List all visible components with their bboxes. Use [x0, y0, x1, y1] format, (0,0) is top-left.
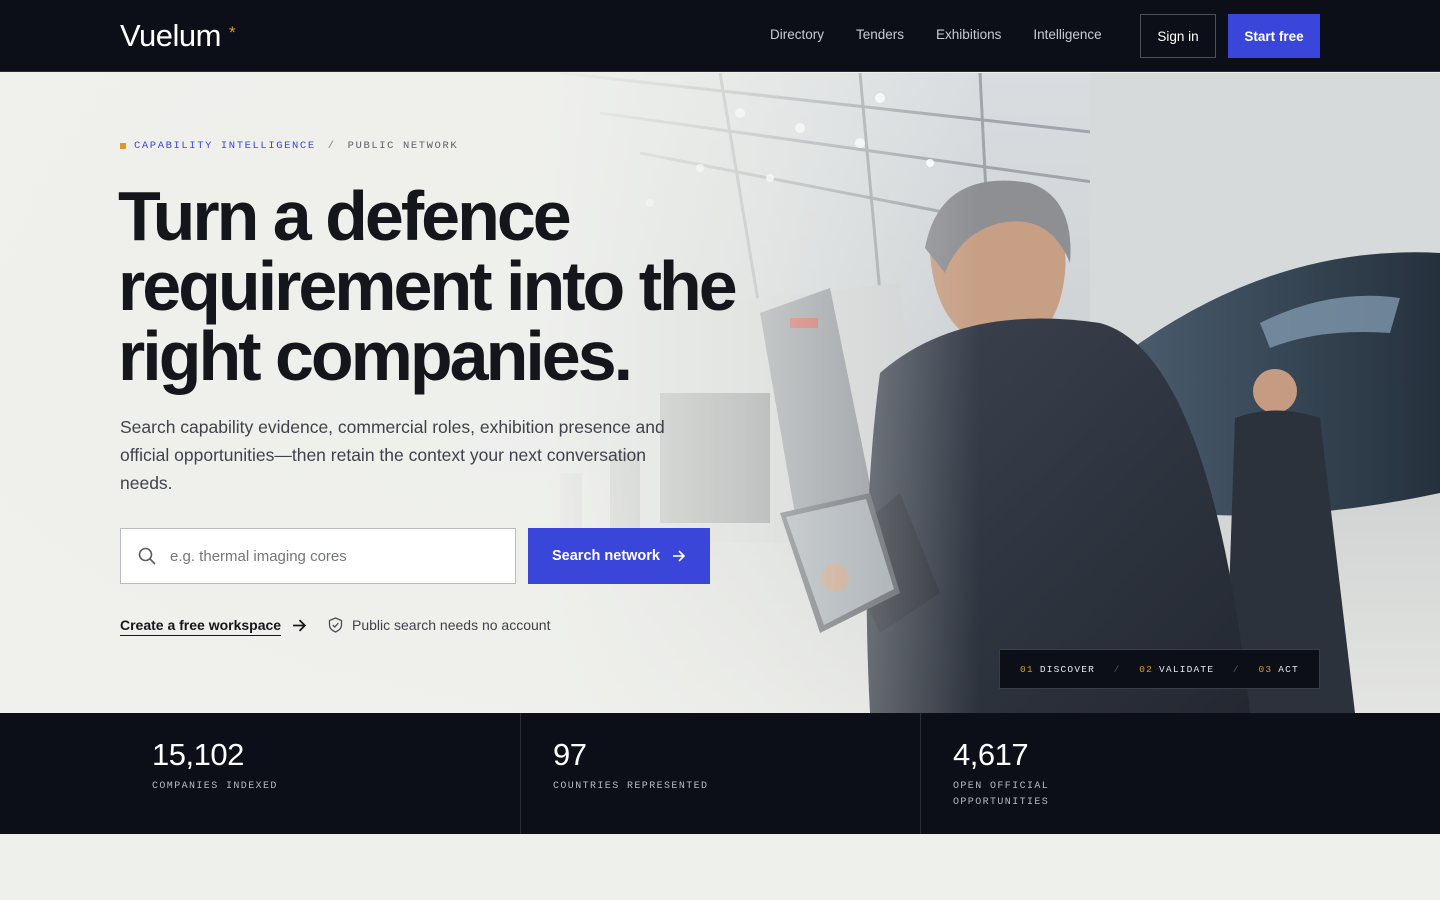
search-input[interactable]: [170, 547, 490, 565]
step-separator: /: [1232, 663, 1240, 675]
nav-link-intelligence[interactable]: Intelligence: [1033, 27, 1101, 42]
stat-countries: 97 COUNTRIES REPRESENTED: [553, 713, 920, 834]
step-validate: 02 VALIDATE: [1139, 663, 1215, 675]
eyebrow-marker: [120, 143, 126, 149]
headline-line-3: right companies.: [118, 317, 633, 395]
eyebrow-separator: /: [327, 140, 336, 152]
stat-value: 97: [553, 737, 587, 772]
stat-value: 15,102: [152, 737, 244, 772]
headline-line-2: requirement into the: [118, 247, 738, 325]
process-steps: 01 DISCOVER / 02 VALIDATE / 03 ACT: [999, 649, 1320, 689]
stat-label: COUNTRIES REPRESENTED: [553, 781, 709, 792]
nav-link-directory[interactable]: Directory: [770, 27, 824, 42]
nav-link-tenders[interactable]: Tenders: [856, 27, 904, 42]
stat-opportunities: 4,617 OPEN OFFICIAL OPPORTUNITIES: [953, 713, 1320, 834]
arrow-right-icon: [673, 550, 686, 562]
stat-label: OPEN OFFICIAL OPPORTUNITIES: [953, 781, 1050, 808]
public-search-note-text: Public search needs no account: [352, 617, 551, 633]
top-navigation: Vuelum * Directory Tenders Exhibitions I…: [0, 0, 1440, 72]
stats-bar: 15,102 COMPANIES INDEXED 97 COUNTRIES RE…: [0, 713, 1440, 834]
stat-divider: [520, 713, 521, 834]
eyebrow-secondary: PUBLIC NETWORK: [347, 140, 459, 152]
public-search-note: Public search needs no account: [328, 617, 550, 633]
step-separator: /: [1113, 663, 1121, 675]
hero-subcopy: Search capability evidence, commercial r…: [120, 417, 665, 493]
sign-in-button[interactable]: Sign in: [1140, 14, 1216, 58]
hero-headline: Turn a defence requirement into the righ…: [118, 181, 758, 391]
stat-companies: 15,102 COMPANIES INDEXED: [152, 713, 520, 834]
stat-divider: [920, 713, 921, 834]
start-free-button[interactable]: Start free: [1228, 14, 1320, 58]
eyebrow: CAPABILITY INTELLIGENCE / PUBLIC NETWORK: [120, 140, 458, 152]
step-discover: 01 DISCOVER: [1020, 663, 1096, 675]
nav-link-exhibitions[interactable]: Exhibitions: [936, 27, 1001, 42]
step-act: 03 ACT: [1258, 663, 1299, 675]
search-icon: [138, 547, 156, 565]
logo-mark: *: [229, 23, 236, 42]
headline-line-1: Turn a defence: [118, 177, 572, 255]
eyebrow-primary: CAPABILITY INTELLIGENCE: [134, 140, 316, 152]
stat-label: COMPANIES INDEXED: [152, 781, 278, 792]
arrow-right-icon[interactable]: [292, 618, 307, 633]
search-network-label: Search network: [552, 548, 660, 564]
stat-value: 4,617: [953, 737, 1029, 772]
shield-check-icon: [328, 617, 343, 633]
create-workspace-link[interactable]: Create a free workspace: [120, 617, 282, 636]
search-network-button[interactable]: Search network: [528, 528, 710, 584]
search-box[interactable]: [120, 528, 516, 584]
logo[interactable]: Vuelum: [120, 18, 221, 54]
nav-links: Directory Tenders Exhibitions Intelligen…: [770, 27, 1102, 42]
hero-section: CAPABILITY INTELLIGENCE / PUBLIC NETWORK…: [0, 73, 1440, 713]
